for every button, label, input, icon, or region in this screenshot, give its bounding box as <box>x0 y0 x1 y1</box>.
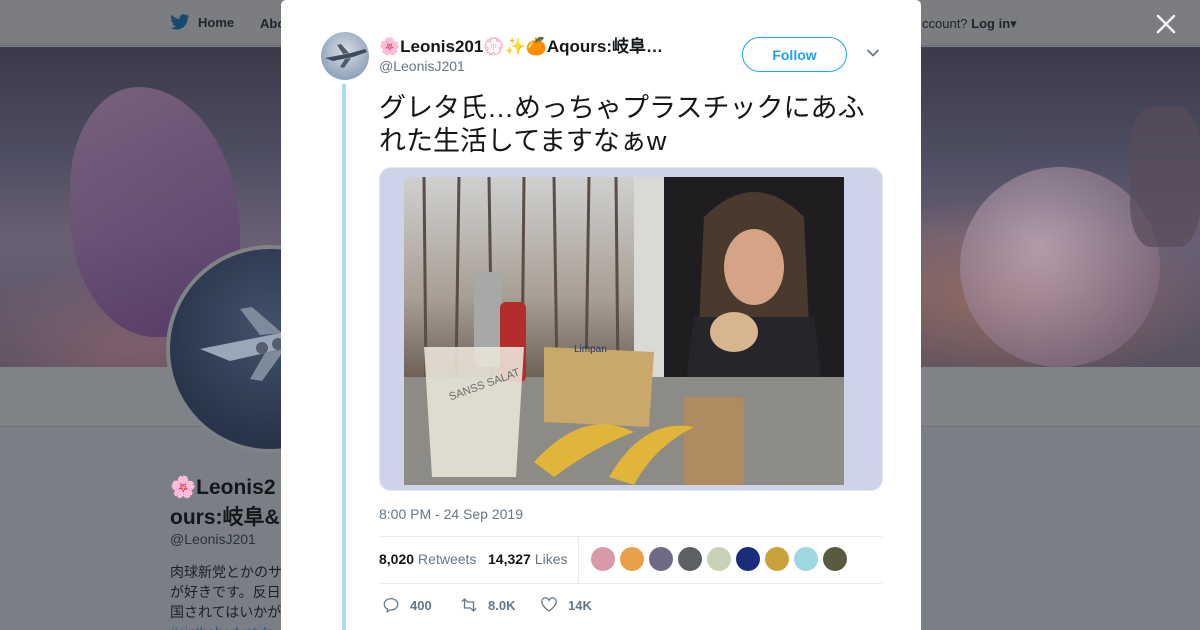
reply-icon <box>383 597 399 613</box>
retweets-stat[interactable]: 8,020 Retweets <box>379 551 476 567</box>
tweet-timestamp[interactable]: 8:00 PM - 24 Sep 2019 <box>379 506 523 522</box>
login-caret-icon: ▾ <box>1010 16 1017 31</box>
profile-handle: @LeonisJ201 <box>170 531 256 547</box>
retweet-button[interactable]: 8.0K <box>460 596 515 614</box>
divider <box>379 536 882 537</box>
likes-count: 14,327 <box>488 551 531 567</box>
bio-line: 肉球新党とかのサ <box>170 564 282 580</box>
tweet-photo: SANSS SALAT Limpan <box>404 177 844 485</box>
account-prompt: ccount? <box>922 16 968 31</box>
divider <box>379 583 882 584</box>
twitter-bird-icon <box>170 14 190 30</box>
liker-avatar-7[interactable] <box>765 547 789 571</box>
login-link[interactable]: Log in <box>971 16 1010 31</box>
like-button[interactable]: 14K <box>540 596 592 614</box>
close-icon[interactable] <box>1155 13 1177 35</box>
tweet-text: グレタ氏…めっちゃプラスチックにあふれた生活してますなぁw <box>379 93 865 156</box>
chevron-down-icon[interactable] <box>866 46 880 60</box>
liker-avatar-3[interactable] <box>649 547 673 571</box>
bio-line: が好きです。反日 <box>170 584 281 600</box>
tweet-author-avatar[interactable] <box>321 32 369 80</box>
liker-avatars <box>591 547 847 571</box>
liker-avatar-9[interactable] <box>823 547 847 571</box>
thread-line <box>342 84 346 630</box>
liker-avatar-6[interactable] <box>736 547 760 571</box>
tweet-media[interactable]: SANSS SALAT Limpan <box>379 167 883 491</box>
bio-hashtag-link[interactable]: #sinthebodystyle <box>170 622 282 630</box>
liker-avatar-8[interactable] <box>794 547 818 571</box>
retweets-label: Retweets <box>418 551 477 567</box>
liker-avatar-5[interactable] <box>707 547 731 571</box>
liker-avatar-1[interactable] <box>591 547 615 571</box>
divider <box>578 537 579 583</box>
like-count: 14K <box>568 597 592 613</box>
likes-stat[interactable]: 14,327 Likes <box>488 551 568 567</box>
retweets-count: 8,020 <box>379 551 415 567</box>
liker-avatar-2[interactable] <box>620 547 644 571</box>
airplane-icon <box>325 44 367 68</box>
bio-line: 国されてはいかが <box>170 604 282 620</box>
follow-button[interactable]: Follow <box>742 37 847 72</box>
retweet-icon <box>461 598 477 612</box>
profile-name-line1: 🌸Leonis2 <box>170 476 276 499</box>
photo-label-bread: Limpan <box>574 344 607 355</box>
tweet-modal: 🌸Leonis201💮✨🍊Aqours:岐阜… @LeonisJ201 Foll… <box>281 0 921 630</box>
profile-bio: 肉球新党とかのサ が好きです。反日 国されてはいかが #sinthebodyst… <box>170 562 282 630</box>
retweet-count: 8.0K <box>488 597 516 613</box>
reply-button[interactable]: 400 <box>382 596 432 614</box>
nav-home-label: Home <box>198 14 235 30</box>
tweet-author-handle[interactable]: @LeonisJ201 <box>379 58 465 74</box>
profile-name-line2: ours:岐阜& <box>170 506 280 529</box>
nav-account-area: ccount? Log in▾ <box>922 16 1017 32</box>
heart-icon <box>541 597 557 612</box>
liker-avatar-4[interactable] <box>678 547 702 571</box>
reply-count: 400 <box>410 597 432 613</box>
nav-home-link[interactable]: Home <box>170 14 234 30</box>
tweet-author-name[interactable]: 🌸Leonis201💮✨🍊Aqours:岐阜… <box>379 32 663 57</box>
likes-label: Likes <box>534 551 568 567</box>
